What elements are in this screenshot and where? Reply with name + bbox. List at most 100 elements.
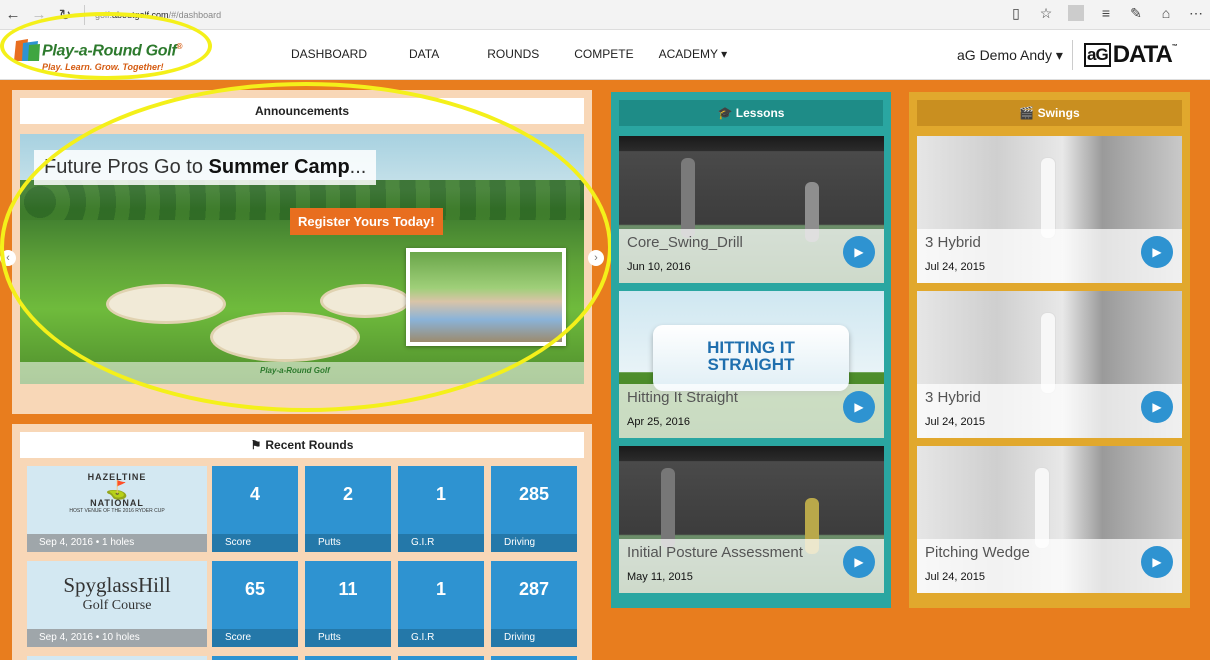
play-icon[interactable]: ▶ — [1141, 236, 1173, 268]
video-date: Jul 24, 2015 — [925, 571, 985, 583]
agdata-logo-word: DATA — [1112, 41, 1173, 68]
recent-rounds-title: ⚑ Recent Rounds — [20, 432, 584, 458]
browser-toolbar: ← → ↻ golf.aboutgolf.com/#/dashboard ▯ ☆… — [0, 0, 1210, 30]
golfer-figure — [661, 468, 675, 548]
course-logo: HAZELTINE ⛳ NATIONAL HOST VENUE OF THE 2… — [27, 472, 207, 514]
agdata-logo-box: aG — [1084, 43, 1111, 67]
video-caption: 3 Hybrid Jul 24, 2015 ▶ — [917, 384, 1182, 438]
golfer-figure — [1041, 313, 1055, 393]
agdata-logo-tm: ™ — [1171, 44, 1178, 50]
play-icon[interactable]: ▶ — [843, 546, 875, 578]
banner-headline: Future Pros Go to Summer Camp... — [34, 150, 377, 185]
lesson-video[interactable]: Initial Posture Assessment May 11, 2015 … — [619, 446, 884, 593]
reading-view-icon[interactable]: ▯ — [1008, 5, 1024, 22]
play-icon[interactable]: ▶ — [1141, 546, 1173, 578]
nav-academy[interactable]: ACADEMY ▾ — [659, 47, 727, 61]
swing-video[interactable]: 3 Hybrid Jul 24, 2015 ▶ — [917, 291, 1182, 438]
golfer-figure — [1041, 158, 1055, 238]
video-title: Initial Posture Assessment — [627, 544, 803, 561]
swing-video[interactable]: Pitching Wedge Jul 24, 2015 ▶ — [917, 446, 1182, 593]
web-note-icon[interactable]: ✎ — [1128, 5, 1144, 22]
more-icon[interactable]: ⋯ — [1188, 5, 1204, 22]
lesson-video[interactable]: Core_Swing_Drill Jun 10, 2016 ▶ — [619, 136, 884, 283]
swings-title: 🎬 Swings — [917, 100, 1182, 126]
url-prefix: golf. — [95, 9, 113, 20]
play-icon[interactable]: ▶ — [1141, 391, 1173, 423]
next-round-stub — [491, 656, 577, 660]
next-round-stub — [27, 656, 207, 660]
stat-score[interactable]: 65 Score — [212, 561, 298, 647]
carousel-next-icon[interactable]: › — [588, 250, 604, 266]
site-header: Play-a-Round Golf® Play. Learn. Grow. To… — [0, 12, 1210, 80]
banner-bunker — [106, 284, 226, 324]
banner-footer-logo: Play-a-Round Golf — [20, 362, 584, 384]
share-icon[interactable]: ⌂ — [1158, 5, 1174, 22]
nav-rounds[interactable]: ROUNDS — [487, 47, 539, 61]
swing-video[interactable]: 3 Hybrid Jul 24, 2015 ▶ — [917, 136, 1182, 283]
video-caption: 3 Hybrid Jul 24, 2015 ▶ — [917, 229, 1182, 283]
hitting-it-straight-sign: HITTING IT STRAIGHT — [653, 325, 849, 391]
video-date: Apr 25, 2016 — [627, 416, 690, 428]
announcement-banner[interactable]: Future Pros Go to Summer Camp... Registe… — [20, 134, 584, 384]
video-title: Pitching Wedge — [925, 544, 1030, 561]
lessons-panel: 🎓 Lessons Core_Swing_Drill Jun 10, 2016 … — [611, 92, 891, 608]
stat-score[interactable]: 4 Score — [212, 466, 298, 552]
recent-rounds-panel: ⚑ Recent Rounds HAZELTINE ⛳ NATIONAL HOST… — [12, 424, 592, 660]
swings-panel: 🎬 Swings 3 Hybrid Jul 24, 2015 ▶ 3 Hybri… — [909, 92, 1190, 608]
forward-icon[interactable]: → — [26, 6, 52, 23]
video-title: Hitting It Straight — [627, 389, 738, 406]
round-course-card[interactable]: HAZELTINE ⛳ NATIONAL HOST VENUE OF THE 2… — [27, 466, 207, 552]
video-title: 3 Hybrid — [925, 389, 981, 406]
address-bar[interactable]: golf.aboutgolf.com/#/dashboard — [84, 4, 222, 25]
video-caption: Hitting It Straight Apr 25, 2016 ▶ — [619, 384, 884, 438]
film-clapper-icon: 🎬 — [1019, 106, 1038, 120]
kids-photo — [406, 248, 566, 346]
course-logo: SpyglassHill Golf Course — [63, 573, 171, 613]
logo-tagline: Play. Learn. Grow. Together! — [42, 62, 164, 72]
toolbar-divider — [1068, 5, 1084, 21]
next-round-stub — [212, 656, 298, 660]
play-icon[interactable]: ▶ — [843, 236, 875, 268]
nav-dashboard[interactable]: DASHBOARD — [291, 47, 367, 61]
stat-gir[interactable]: 1 G.I.R — [398, 561, 484, 647]
stat-driving[interactable]: 287 Driving — [491, 561, 577, 647]
favorite-star-icon[interactable]: ☆ — [1038, 5, 1054, 22]
golfer-figure — [1035, 468, 1049, 548]
stat-driving[interactable]: 285 Driving — [491, 466, 577, 552]
lessons-title: 🎓 Lessons — [619, 100, 883, 126]
next-round-stub — [398, 656, 484, 660]
user-menu[interactable]: aG Demo Andy ▾ — [957, 47, 1063, 64]
video-caption: Pitching Wedge Jul 24, 2015 ▶ — [917, 539, 1182, 593]
round-course-card[interactable]: SpyglassHill Golf Course Sep 4, 2016 • 1… — [27, 561, 207, 647]
round-meta: Sep 4, 2016 • 1 holes — [27, 534, 207, 552]
main-nav: DASHBOARD DATA ROUNDS COMPETE ACADEMY ▾ — [270, 47, 727, 61]
nav-data[interactable]: DATA — [409, 47, 439, 61]
lesson-video[interactable]: HITTING IT STRAIGHT Hitting It Straight A… — [619, 291, 884, 438]
register-button[interactable]: Register Yours Today! — [290, 208, 443, 235]
announcements-title: Announcements — [20, 98, 584, 124]
hub-icon[interactable]: ≡ — [1098, 5, 1114, 22]
stat-gir[interactable]: 1 G.I.R — [398, 466, 484, 552]
back-icon[interactable]: ← — [0, 6, 26, 23]
agdata-logo: aG DATA™ — [1084, 41, 1178, 69]
nav-compete[interactable]: COMPETE — [574, 47, 633, 61]
announcements-panel: Announcements Future Pros Go to Summer C… — [0, 90, 604, 414]
carousel-prev-icon[interactable]: ‹ — [0, 250, 16, 266]
brand-divider — [1072, 40, 1073, 70]
url-path: /#/dashboard — [168, 9, 222, 20]
refresh-icon[interactable]: ↻ — [52, 6, 78, 24]
logo-flag-icon — [14, 39, 40, 61]
next-round-stub — [305, 656, 391, 660]
stat-putts[interactable]: 11 Putts — [305, 561, 391, 647]
video-title: Core_Swing_Drill — [627, 234, 743, 251]
graduation-cap-icon: 🎓 — [717, 106, 736, 120]
stat-putts[interactable]: 2 Putts — [305, 466, 391, 552]
video-date: Jul 24, 2015 — [925, 416, 985, 428]
banner-bunker — [210, 312, 360, 362]
play-icon[interactable]: ▶ — [843, 391, 875, 423]
video-caption: Core_Swing_Drill Jun 10, 2016 ▶ — [619, 229, 884, 283]
banner-bunker — [320, 284, 410, 318]
round-meta: Sep 4, 2016 • 10 holes — [27, 629, 207, 647]
video-caption: Initial Posture Assessment May 11, 2015 … — [619, 539, 884, 593]
site-logo[interactable]: Play-a-Round Golf® Play. Learn. Grow. To… — [14, 35, 194, 75]
